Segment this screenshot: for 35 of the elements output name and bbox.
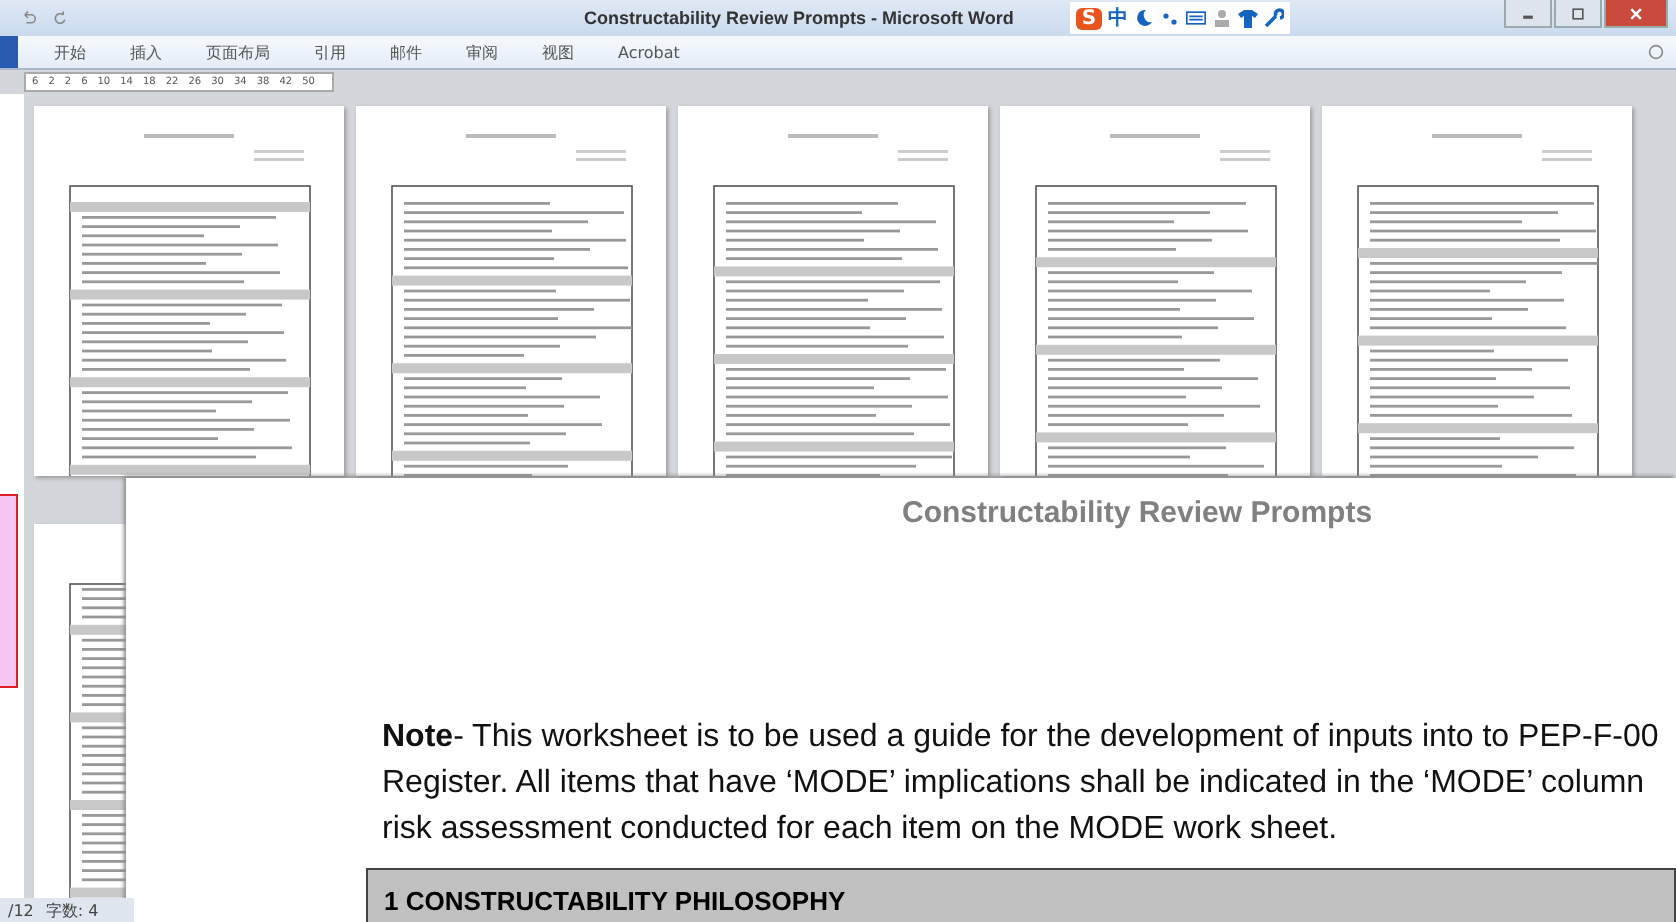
keyboard-icon[interactable] [1186,8,1207,28]
ribbon-tab[interactable]: 邮件 [390,41,422,63]
redo-icon[interactable] [52,10,68,26]
document-heading: Constructability Review Prompts [902,496,1375,530]
maximize-button[interactable] [1554,0,1602,28]
page-thumbnail-drawing[interactable] [34,106,344,476]
page-count[interactable]: /12 [8,901,34,919]
page-thumbnail-drawing[interactable] [1000,106,1310,476]
undo-icon[interactable] [20,10,36,26]
word-count[interactable]: 字数: 4 [45,899,99,921]
moon-icon[interactable] [1134,8,1155,28]
minimize-button[interactable] [1504,0,1552,28]
close-button[interactable] [1604,0,1668,28]
punctuation-icon[interactable] [1160,8,1181,28]
ribbon-tab[interactable]: 视图 [542,41,574,63]
page-thumbnail-drawing[interactable] [1322,106,1632,476]
section-heading: 1 CONSTRUCTABILITY PHILOSOPHY [366,868,1676,922]
page-thumbnail-drawing[interactable] [356,106,666,476]
shirt-icon[interactable] [1238,8,1259,28]
page-thumbnail-drawing[interactable] [678,106,988,476]
ribbon-tab[interactable]: 引用 [314,41,346,63]
wrench-icon[interactable] [1264,8,1285,28]
page-thumbnail-drawing[interactable] [34,524,126,904]
ribbon-tab[interactable]: 页面布局 [206,41,270,63]
ribbon-tab[interactable]: 插入 [130,41,162,63]
maximize-icon [1568,5,1588,21]
help-icon[interactable] [1648,44,1664,60]
note-paragraph: Note- This worksheet is to be used a guide for the development of inputs into to PEP-F-00 Register. All items that have ‘MODE’ implications shall be indicated in the ‘MODE’ column risk assessment conducted for each item on the MODE work sheet. [382,718,1661,850]
close-icon [1626,5,1646,21]
window-title: Constructability Review Prompts - Microsoft Word [584,8,1014,28]
ime-logo[interactable]: S [1075,7,1103,29]
ribbon-tab[interactable]: 开始 [54,41,86,63]
ribbon-tab[interactable]: Acrobat [618,43,680,61]
ime-mode-toggle[interactable]: 中 [1108,4,1129,32]
ribbon-tab[interactable]: 审阅 [466,41,498,63]
